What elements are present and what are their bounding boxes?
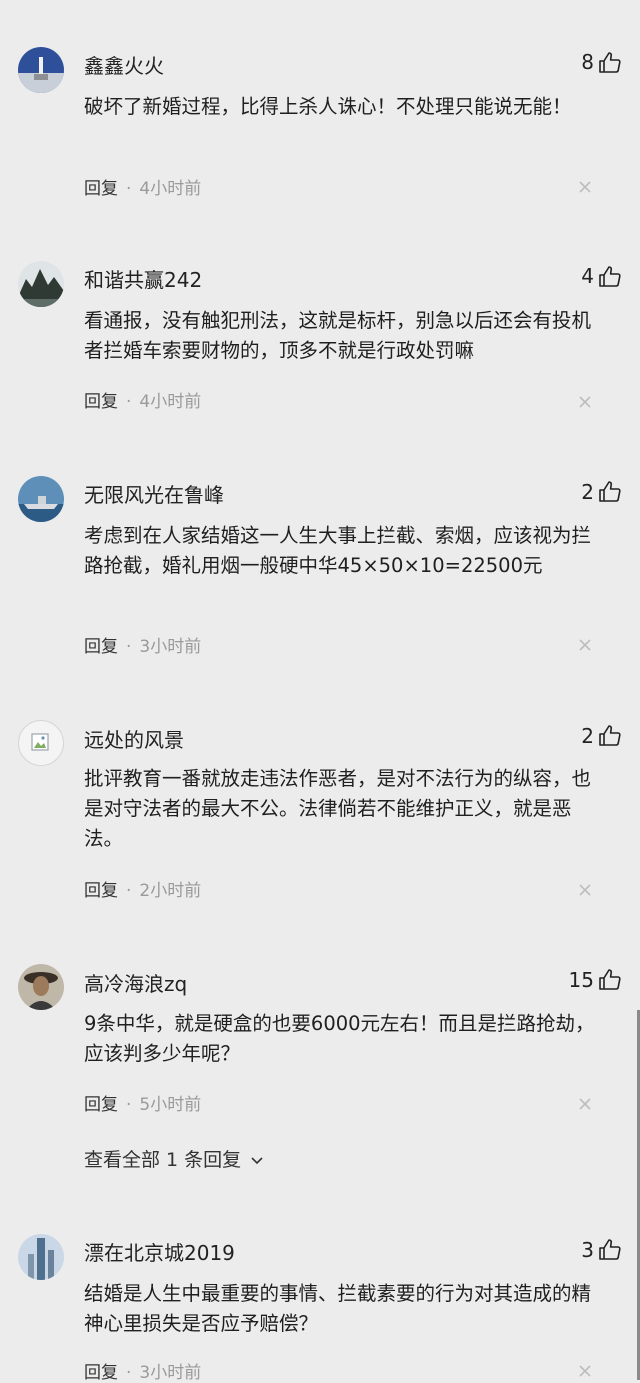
user-avatar[interactable] xyxy=(18,47,64,93)
close-icon[interactable] xyxy=(578,638,592,652)
view-all-replies-label: 查看全部 1 条回复 xyxy=(84,1149,242,1171)
reply-button[interactable]: 回复 xyxy=(84,637,118,657)
mountain-avatar-image xyxy=(18,261,64,307)
comment-meta: 回复 · 4小时前 xyxy=(84,387,201,412)
username[interactable]: 高冷海浪zq xyxy=(84,968,187,997)
user-avatar[interactable] xyxy=(18,720,64,766)
separator: · xyxy=(126,637,132,657)
timestamp: 4小时前 xyxy=(139,392,202,412)
timestamp: 3小时前 xyxy=(139,1363,202,1383)
like-count: 4 xyxy=(581,264,594,288)
close-icon[interactable] xyxy=(578,1097,592,1111)
separator: · xyxy=(126,1363,132,1383)
like-count: 2 xyxy=(581,480,594,504)
chevron-down-icon xyxy=(251,1157,263,1165)
reply-button[interactable]: 回复 xyxy=(84,1095,118,1115)
comment-text: 9条中华，就是硬盒的也要6000元左右！而且是拦路抢劫，应该判多少年呢？ xyxy=(84,1012,595,1065)
timestamp: 4小时前 xyxy=(139,179,202,199)
thumbs-up-icon[interactable] xyxy=(598,1238,622,1262)
reply-button[interactable]: 回复 xyxy=(84,179,118,199)
comment-meta: 回复 · 5小时前 xyxy=(84,1090,201,1115)
user-avatar[interactable] xyxy=(18,261,64,307)
username[interactable]: 和谐共赢242 xyxy=(84,264,202,293)
comment-text: 结婚是人生中最重要的事情、拦截素要的行为对其造成的精神心里损失是否应予赔偿？ xyxy=(84,1282,592,1335)
thumbs-up-icon[interactable] xyxy=(598,51,622,75)
ship-avatar-image xyxy=(18,476,64,522)
timestamp: 5小时前 xyxy=(139,1095,202,1115)
lighthouse-avatar-image xyxy=(18,47,64,93)
close-icon[interactable] xyxy=(578,395,592,409)
comment-meta: 回复 · 3小时前 xyxy=(84,632,201,657)
separator: · xyxy=(126,881,132,901)
portrait-avatar-image xyxy=(18,964,64,1010)
reply-button[interactable]: 回复 xyxy=(84,881,118,901)
like-count: 8 xyxy=(581,50,594,74)
close-icon[interactable] xyxy=(578,1364,592,1378)
timestamp: 3小时前 xyxy=(139,637,202,657)
comment-text: 考虑到在人家结婚这一人生大事上拦截、索烟，应该视为拦路抢截，婚礼用烟一般硬中华4… xyxy=(84,524,592,577)
close-icon[interactable] xyxy=(578,883,592,897)
comment-text: 看通报，没有触犯刑法，这就是标杆，别急以后还会有投机者拦婚车索要财物的，顶多不就… xyxy=(84,309,592,362)
like-count: 2 xyxy=(581,724,594,748)
separator: · xyxy=(126,1095,132,1115)
like-count: 3 xyxy=(581,1238,594,1262)
thumbs-up-icon[interactable] xyxy=(598,724,622,748)
like-count: 15 xyxy=(568,968,594,992)
username[interactable]: 无限风光在鲁峰 xyxy=(84,479,224,508)
username[interactable]: 漂在北京城2019 xyxy=(84,1237,235,1266)
thumbs-up-icon[interactable] xyxy=(598,265,622,289)
comment-text: 破坏了新婚过程，比得上杀人诛心！不处理只能说无能！ xyxy=(84,95,572,118)
thumbs-up-icon[interactable] xyxy=(598,480,622,504)
separator: · xyxy=(126,392,132,412)
user-avatar[interactable] xyxy=(18,476,64,522)
username[interactable]: 远处的风景 xyxy=(84,724,184,753)
comment-meta: 回复 · 4小时前 xyxy=(84,174,201,199)
timestamp: 2小时前 xyxy=(139,881,202,901)
reply-button[interactable]: 回复 xyxy=(84,1363,118,1383)
user-avatar[interactable] xyxy=(18,1234,64,1280)
broken-image-icon xyxy=(31,733,49,751)
username[interactable]: 鑫鑫火火 xyxy=(84,50,164,79)
close-icon[interactable] xyxy=(578,180,592,194)
reply-button[interactable]: 回复 xyxy=(84,392,118,412)
view-all-replies-button[interactable]: 查看全部 1 条回复 xyxy=(84,1145,264,1172)
user-avatar[interactable] xyxy=(18,964,64,1010)
thumbs-up-icon[interactable] xyxy=(598,968,622,992)
comment-meta: 回复 · 2小时前 xyxy=(84,876,201,901)
comment-meta: 回复 · 3小时前 xyxy=(84,1358,201,1383)
separator: · xyxy=(126,179,132,199)
skyscraper-avatar-image xyxy=(18,1234,64,1280)
comment-text: 批评教育一番就放走违法作恶者，是对不法行为的纵容，也是对守法者的最大不公。法律倘… xyxy=(84,767,592,850)
